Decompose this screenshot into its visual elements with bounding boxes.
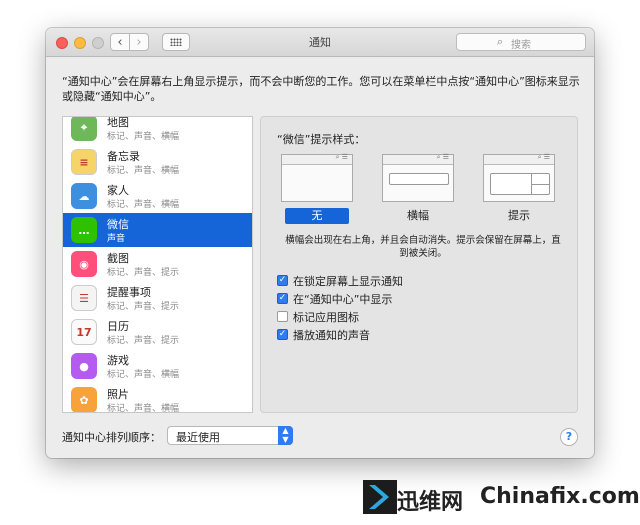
- style-none-label[interactable]: 无: [285, 208, 349, 224]
- checkbox-label: 在“通知中心”中显示: [293, 293, 393, 306]
- badge-app-icon-checkbox[interactable]: 标记应用图标: [277, 309, 557, 325]
- family-icon: ☁: [71, 183, 97, 209]
- app-notification-summary: 标记、声音、横幅: [107, 200, 180, 210]
- checkbox-checked-icon: ✓: [277, 329, 288, 340]
- app-name: 家人: [107, 184, 129, 197]
- app-notification-summary: 标记、声音、提示: [107, 302, 180, 312]
- reminders-icon: ☰: [71, 285, 97, 311]
- app-list-item[interactable]: 17 日历标记、声音、提示: [63, 315, 252, 349]
- app-notification-summary: 标记、声音、横幅: [107, 370, 180, 380]
- play-sound-checkbox[interactable]: ✓ 播放通知的声音: [277, 327, 557, 343]
- app-list-item[interactable]: … 微信声音: [63, 213, 252, 247]
- app-notification-summary: 标记、声音、横幅: [107, 404, 180, 413]
- sort-order-value: 最近使用: [176, 431, 220, 444]
- app-list-item[interactable]: ● 游戏标记、声音、横幅: [63, 349, 252, 383]
- intro-description: “通知中心”会在屏幕右上角显示提示，而不会中断您的工作。您可以在菜单栏中点按“通…: [62, 75, 580, 103]
- sort-order-label: 通知中心排列顺序：: [62, 431, 161, 444]
- help-button[interactable]: ?: [560, 428, 578, 446]
- app-list-item[interactable]: ≡ 备忘录标记、声音、横幅: [63, 145, 252, 179]
- map-icon: ⌖: [71, 117, 97, 141]
- screenshot-icon: ◉: [71, 251, 97, 277]
- checkbox-label: 在锁定屏幕上显示通知: [293, 275, 403, 288]
- watermark-brand: 迅维网: [397, 490, 464, 515]
- app-notification-summary: 声音: [107, 234, 126, 244]
- title-bar: ‹ › 通知 ⌕ 搜索: [46, 28, 594, 57]
- style-banner-preview[interactable]: ⌕ ☰: [382, 153, 454, 202]
- checkbox-checked-icon: ✓: [277, 293, 288, 304]
- notes-icon: ≡: [71, 149, 97, 175]
- app-name: 照片: [107, 388, 129, 401]
- app-notification-summary: 标记、声音、提示: [107, 268, 180, 278]
- style-banner-label[interactable]: 横幅: [386, 208, 450, 224]
- search-placeholder: 搜索: [511, 40, 531, 51]
- app-list-item[interactable]: ⌖ 地图标记、声音、横幅: [63, 116, 252, 145]
- checkbox-checked-icon: ✓: [277, 275, 288, 286]
- show-in-notification-center-checkbox[interactable]: ✓ 在“通知中心”中显示: [277, 291, 557, 307]
- app-notification-summary: 标记、声音、提示: [107, 336, 180, 346]
- app-list-item[interactable]: ◉ 截图标记、声音、提示: [63, 247, 252, 281]
- app-notification-summary: 标记、声音、横幅: [107, 132, 180, 142]
- style-alert-label[interactable]: 提示: [487, 208, 551, 224]
- app-list[interactable]: ⌖ 地图 标记、声音、横幅 ≡ 备忘录 标记、声音、横幅 ☁ 家人 标记、声音、横幅… 微信 声音 ◉…: [62, 116, 253, 413]
- app-name: 备忘录: [107, 150, 140, 163]
- watermark-domain: Chinafix.com: [480, 484, 640, 509]
- app-list-item[interactable]: ✿ 照片标记、声音、横幅: [63, 383, 252, 413]
- wechat-icon: …: [71, 217, 97, 243]
- app-name: 截图: [107, 252, 129, 265]
- watermark: 迅维网 Chinafix.com: [363, 476, 640, 516]
- checkbox-label: 标记应用图标: [293, 311, 359, 324]
- app-notification-summary: 标记、声音、横幅: [107, 166, 180, 176]
- game-center-icon: ●: [71, 353, 97, 379]
- app-name: 地图: [107, 116, 129, 129]
- alert-style-title: “微信”提示样式：: [277, 133, 366, 146]
- search-icon: ⌕: [497, 35, 504, 48]
- search-field[interactable]: ⌕ 搜索: [456, 33, 586, 51]
- photos-icon: ✿: [71, 387, 97, 412]
- checkbox-label: 播放通知的声音: [293, 329, 370, 342]
- updown-arrows-icon: ▲ ▼: [278, 426, 293, 445]
- app-name: 微信: [107, 218, 129, 231]
- notification-settings-panel: “微信”提示样式： ⌕ ☰ ⌕ ☰ ⌕ ☰ 无 横幅 提示 横幅会出现在右上角，…: [260, 116, 578, 413]
- calendar-icon: 17: [71, 319, 97, 345]
- app-name: 游戏: [107, 354, 129, 367]
- style-none-preview[interactable]: ⌕ ☰: [281, 153, 353, 202]
- notifications-window: ‹ › 通知 ⌕ 搜索 “通知中心”会在屏幕右上角显示提示，而不会中断您的工作。…: [46, 28, 594, 458]
- watermark-logo-icon: [363, 480, 397, 514]
- sort-order-select[interactable]: 最近使用 ▲ ▼: [167, 426, 293, 445]
- alert-style-description: 横幅会出现在右上角，并且会自动消失。提示会保留在屏幕上，直到被关闭。: [285, 235, 561, 259]
- show-on-lock-screen-checkbox[interactable]: ✓ 在锁定屏幕上显示通知: [277, 273, 557, 289]
- app-name: 提醒事项: [107, 286, 151, 299]
- checkbox-unchecked-icon: [277, 311, 288, 322]
- app-name: 日历: [107, 320, 129, 333]
- app-list-item[interactable]: ☰ 提醒事项标记、声音、提示: [63, 281, 252, 315]
- app-list-item[interactable]: ☁ 家人标记、声音、横幅: [63, 179, 252, 213]
- style-alert-preview[interactable]: ⌕ ☰: [483, 153, 555, 202]
